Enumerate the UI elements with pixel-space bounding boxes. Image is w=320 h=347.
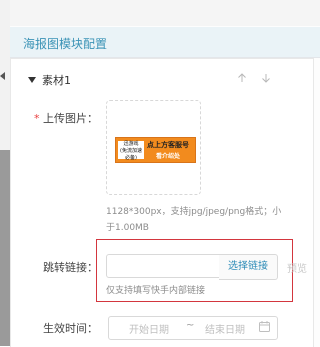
start-date-placeholder[interactable]: 开始日期 [129, 321, 169, 336]
caret-left-icon [0, 72, 5, 80]
preview-link[interactable]: 预览 [287, 260, 307, 275]
date-range-picker[interactable]: 开始日期 ~ 结束日期 [108, 316, 278, 340]
upload-hint: 1128*300px，支持jpg/jpeg/png格式；小于1.00MB [106, 207, 282, 233]
banner-left-line1: 迅游戏 [123, 141, 139, 147]
end-date-placeholder[interactable]: 结束日期 [205, 321, 245, 336]
move-down-icon[interactable] [260, 72, 272, 84]
upload-label-text: 上传图片： [43, 112, 98, 125]
banner-left-line2: (免流加速必备) [120, 148, 142, 161]
required-mark: * [34, 112, 40, 125]
link-label: 跳转链接： [43, 261, 98, 274]
select-link-button[interactable]: 选择链接 [219, 254, 278, 280]
material-group-label[interactable]: 素材1 [42, 72, 71, 88]
banner-left-panel: 迅游戏 (免流加速必备) [118, 141, 144, 161]
link-tip: 仅支持填写快手内部链接 [106, 286, 206, 296]
image-upload-box[interactable]: 迅游戏 (免流加速必备) 点上方客服号 看介绍处 [106, 100, 201, 195]
banner-main-text: 点上方客服号 [147, 141, 189, 149]
left-scrollbar[interactable] [0, 150, 10, 346]
effective-time-label: 生效时间： [43, 322, 98, 335]
calendar-icon [259, 321, 270, 332]
move-up-icon[interactable] [236, 72, 248, 84]
link-input[interactable] [106, 254, 221, 278]
panel-header: 海报图模块配置 [10, 27, 320, 58]
top-strip [10, 0, 320, 26]
banner-sub-text: 看介绍处 [156, 153, 181, 160]
collapse-caret-icon[interactable] [28, 77, 36, 83]
upload-label: * 上传图片： [14, 110, 98, 126]
panel-title: 海报图模块配置 [23, 37, 108, 51]
date-separator: ~ [186, 320, 195, 331]
uploaded-image-thumbnail: 迅游戏 (免流加速必备) 点上方客服号 看介绍处 [115, 137, 196, 163]
